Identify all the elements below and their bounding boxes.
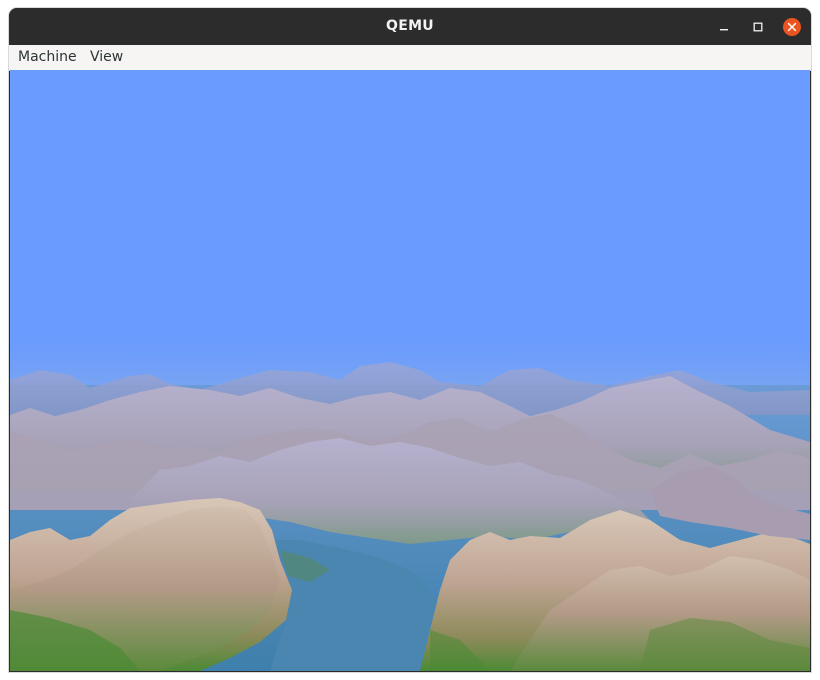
title-bar[interactable]: QEMU [9,8,811,45]
menu-bar: Machine View [9,45,811,71]
close-icon [783,18,801,36]
terrain-scene [10,70,810,671]
maximize-icon [753,22,763,32]
window-title: QEMU [386,18,434,34]
minimize-button[interactable] [714,17,734,37]
minimize-icon [720,29,728,31]
maximize-button[interactable] [748,17,768,37]
qemu-window: QEMU Machine View [9,8,811,672]
close-button[interactable] [782,17,802,37]
vm-display[interactable] [10,70,810,671]
menu-machine[interactable]: Machine [18,45,77,70]
menu-view[interactable]: View [90,45,123,70]
